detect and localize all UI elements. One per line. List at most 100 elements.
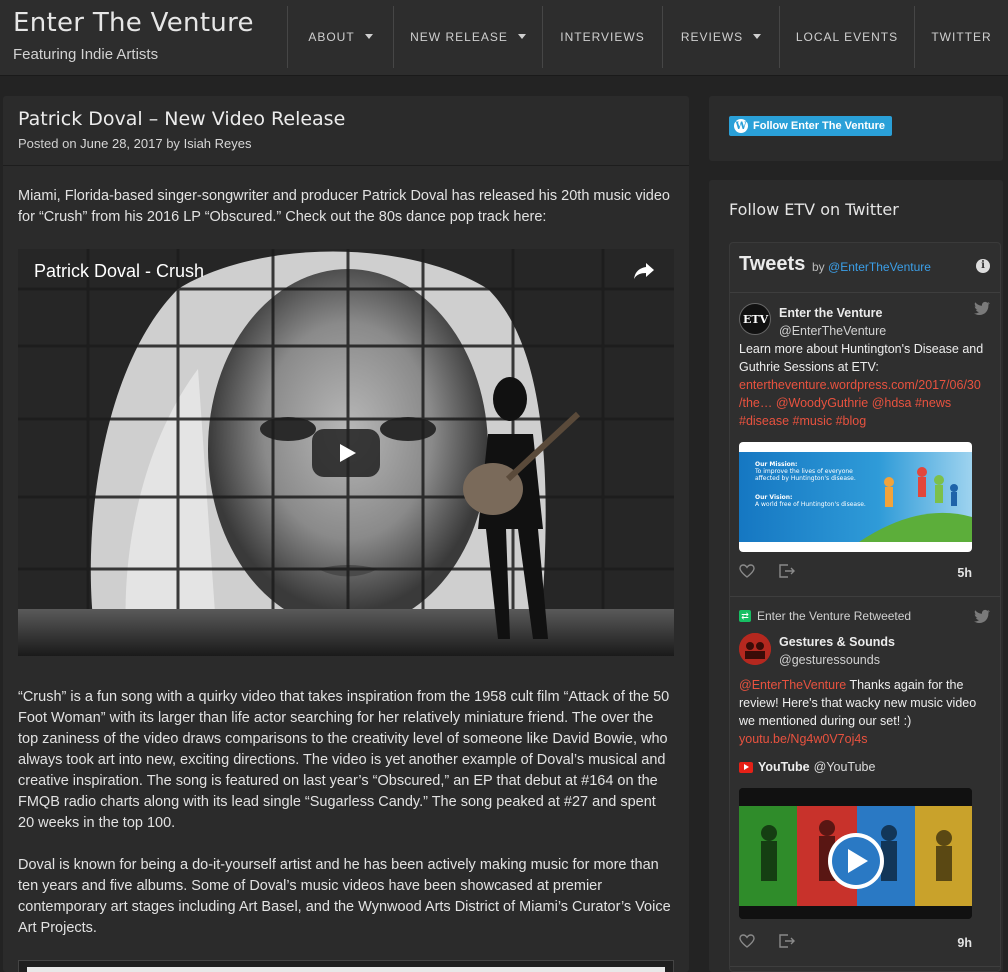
video-embed[interactable]: Patrick Doval - Crush bbox=[18, 249, 674, 656]
main-nav: About New Release Interviews Reviews Loc… bbox=[287, 6, 1008, 68]
avatar[interactable]: ETV bbox=[739, 303, 771, 335]
tweet-video-card[interactable] bbox=[739, 788, 972, 919]
article-header: Patrick Doval – New Video Release Posted… bbox=[3, 96, 689, 166]
video-card-thumbnail bbox=[739, 788, 972, 919]
timeline-header: Tweets by @EnterTheVenture i bbox=[730, 243, 1000, 293]
nav-item-reviews[interactable]: Reviews bbox=[662, 6, 779, 68]
by-label: by bbox=[166, 136, 180, 151]
banner-mission-title: Our Mission: bbox=[755, 461, 798, 468]
tweet-body: we mentioned during our set! :) bbox=[739, 714, 912, 728]
retweet-icon: ⇄ bbox=[739, 610, 751, 622]
paragraph: Miami, Florida-based singer-songwriter a… bbox=[18, 188, 670, 225]
site-branding: Enter The Venture Featuring Indie Artist… bbox=[13, 8, 254, 63]
mention-link[interactable]: @EnterTheVenture bbox=[739, 678, 846, 692]
retweet-text[interactable]: Enter the Venture Retweeted bbox=[757, 609, 911, 623]
banner-mission-text: To improve the lives of everyone bbox=[755, 468, 853, 475]
post-meta: Posted on June 28, 2017 by Isiah Reyes bbox=[18, 136, 674, 151]
twitter-bird-icon[interactable] bbox=[974, 301, 990, 315]
tweet[interactable]: ⇄ Enter the Venture Retweeted Gestures &… bbox=[730, 597, 1000, 967]
nav-item-twitter[interactable]: Twitter bbox=[914, 6, 1008, 68]
tweet-author-handle[interactable]: @EnterTheVenture bbox=[779, 324, 886, 338]
tweet[interactable]: ETV Enter the Venture @EnterTheVenture L… bbox=[730, 293, 1000, 597]
follow-button[interactable]: W Follow Enter The Venture bbox=[729, 116, 893, 136]
follow-button-label: Follow Enter The Venture bbox=[753, 120, 886, 132]
wordpress-icon: W bbox=[734, 119, 748, 133]
play-button[interactable] bbox=[312, 429, 380, 477]
gestures-avatar-art bbox=[739, 633, 771, 665]
tweet-media-image[interactable]: Our Mission: To improve the lives of eve… bbox=[739, 442, 972, 552]
mention-link[interactable]: @hdsa bbox=[872, 396, 912, 410]
follow-widget: W Follow Enter The Venture bbox=[709, 96, 1003, 161]
site-header: Enter The Venture Featuring Indie Artist… bbox=[0, 0, 1008, 76]
card-source-name[interactable]: YouTube bbox=[758, 760, 810, 774]
card-source: YouTube @YouTube bbox=[739, 760, 875, 774]
share-icon[interactable] bbox=[779, 564, 795, 578]
tweet-text: Learn more about Huntington's Disease an… bbox=[739, 340, 989, 430]
tweet-actions: 5h bbox=[739, 564, 972, 580]
tweet-author-handle[interactable]: @gesturessounds bbox=[779, 653, 880, 667]
hashtag-link[interactable]: #music bbox=[793, 414, 833, 428]
avatar[interactable] bbox=[739, 633, 771, 665]
nav-label: New Release bbox=[410, 30, 508, 44]
heart-icon[interactable] bbox=[739, 934, 755, 948]
article: Patrick Doval – New Video Release Posted… bbox=[3, 96, 689, 972]
nav-label: About bbox=[308, 30, 355, 44]
retweet-label: ⇄ Enter the Venture Retweeted bbox=[739, 609, 911, 623]
twitter-timeline[interactable]: Tweets by @EnterTheVenture i ETV Enter t… bbox=[729, 242, 1001, 972]
tweet-author-name[interactable]: Enter the Venture bbox=[779, 306, 883, 320]
timeline-account-link[interactable]: @EnterTheVenture bbox=[828, 260, 931, 274]
timeline-heading: Tweets bbox=[739, 253, 806, 275]
banner-vision-title: Our Vision: bbox=[755, 494, 793, 501]
info-icon[interactable]: i bbox=[976, 259, 990, 273]
by-label: by bbox=[812, 260, 825, 274]
banner-mission-text: affected by Huntington's disease. bbox=[755, 475, 856, 482]
tweet-body: Learn more about Huntington's Disease an… bbox=[739, 342, 984, 374]
chevron-down-icon bbox=[364, 33, 373, 39]
twitter-bird-icon[interactable] bbox=[974, 609, 990, 623]
share-icon[interactable] bbox=[779, 934, 795, 948]
avatar-logo: ETV bbox=[743, 313, 769, 326]
nav-item-about[interactable]: About bbox=[287, 6, 393, 68]
tweet-body: review! Here's that wacky new music vide… bbox=[739, 696, 977, 710]
youtube-icon bbox=[739, 761, 753, 773]
hashtag-link[interactable]: #news bbox=[915, 396, 951, 410]
article-body: Miami, Florida-based singer-songwriter a… bbox=[3, 166, 689, 972]
video-title[interactable]: Patrick Doval - Crush bbox=[34, 261, 204, 282]
tweet-timestamp[interactable]: 9h bbox=[957, 936, 972, 950]
tweet-actions: 9h bbox=[739, 934, 972, 950]
banner-vision-text: A world free of Huntington's disease. bbox=[755, 501, 866, 508]
heart-icon[interactable] bbox=[739, 564, 755, 578]
embedded-media-preview[interactable] bbox=[18, 960, 674, 972]
tweet-text: @EnterTheVenture Thanks again for the re… bbox=[739, 676, 989, 748]
banner-text: Our Mission: To improve the lives of eve… bbox=[755, 461, 880, 508]
timeline-by: by @EnterTheVenture bbox=[812, 260, 931, 274]
tweet-link[interactable]: youtu.be/Ng4w0V7oj4s bbox=[739, 732, 868, 746]
posted-on-label: Posted on bbox=[18, 136, 77, 151]
hashtag-link[interactable]: #blog bbox=[836, 414, 867, 428]
card-source-handle[interactable]: @YouTube bbox=[814, 760, 876, 774]
hashtag-link[interactable]: #disease bbox=[739, 414, 789, 428]
widget-title: Follow ETV on Twitter bbox=[729, 200, 899, 219]
nav-item-interviews[interactable]: Interviews bbox=[542, 6, 662, 68]
paragraph: “Crush” is a fun song with a quirky vide… bbox=[18, 689, 670, 831]
nav-label: Reviews bbox=[680, 30, 744, 44]
post-date-link[interactable]: June 28, 2017 bbox=[80, 136, 162, 151]
site-tagline: Featuring Indie Artists bbox=[13, 46, 159, 63]
article-title[interactable]: Patrick Doval – New Video Release bbox=[18, 108, 674, 130]
tweet-link[interactable]: entertheventure.wordpress.com/2017/06/30 bbox=[739, 378, 981, 392]
author-link[interactable]: Isiah Reyes bbox=[184, 136, 252, 151]
twitter-widget: Follow ETV on Twitter Tweets by @EnterTh… bbox=[709, 180, 1003, 972]
tweet-link[interactable]: /the… bbox=[739, 396, 772, 410]
nav-label: Interviews bbox=[560, 30, 645, 44]
chevron-down-icon bbox=[753, 33, 762, 39]
tweet-author-name[interactable]: Gestures & Sounds bbox=[779, 635, 895, 649]
tweet-timestamp[interactable]: 5h bbox=[957, 566, 972, 580]
nav-item-new-release[interactable]: New Release bbox=[393, 6, 542, 68]
share-icon[interactable] bbox=[632, 261, 656, 281]
chevron-down-icon bbox=[517, 33, 526, 39]
paragraph: Doval is known for being a do-it-yoursel… bbox=[18, 857, 671, 936]
nav-item-local-events[interactable]: Local Events bbox=[779, 6, 914, 68]
tweet-body: Thanks again for the bbox=[846, 678, 964, 692]
site-title[interactable]: Enter The Venture bbox=[13, 8, 254, 38]
mention-link[interactable]: @WoodyGuthrie bbox=[776, 396, 868, 410]
